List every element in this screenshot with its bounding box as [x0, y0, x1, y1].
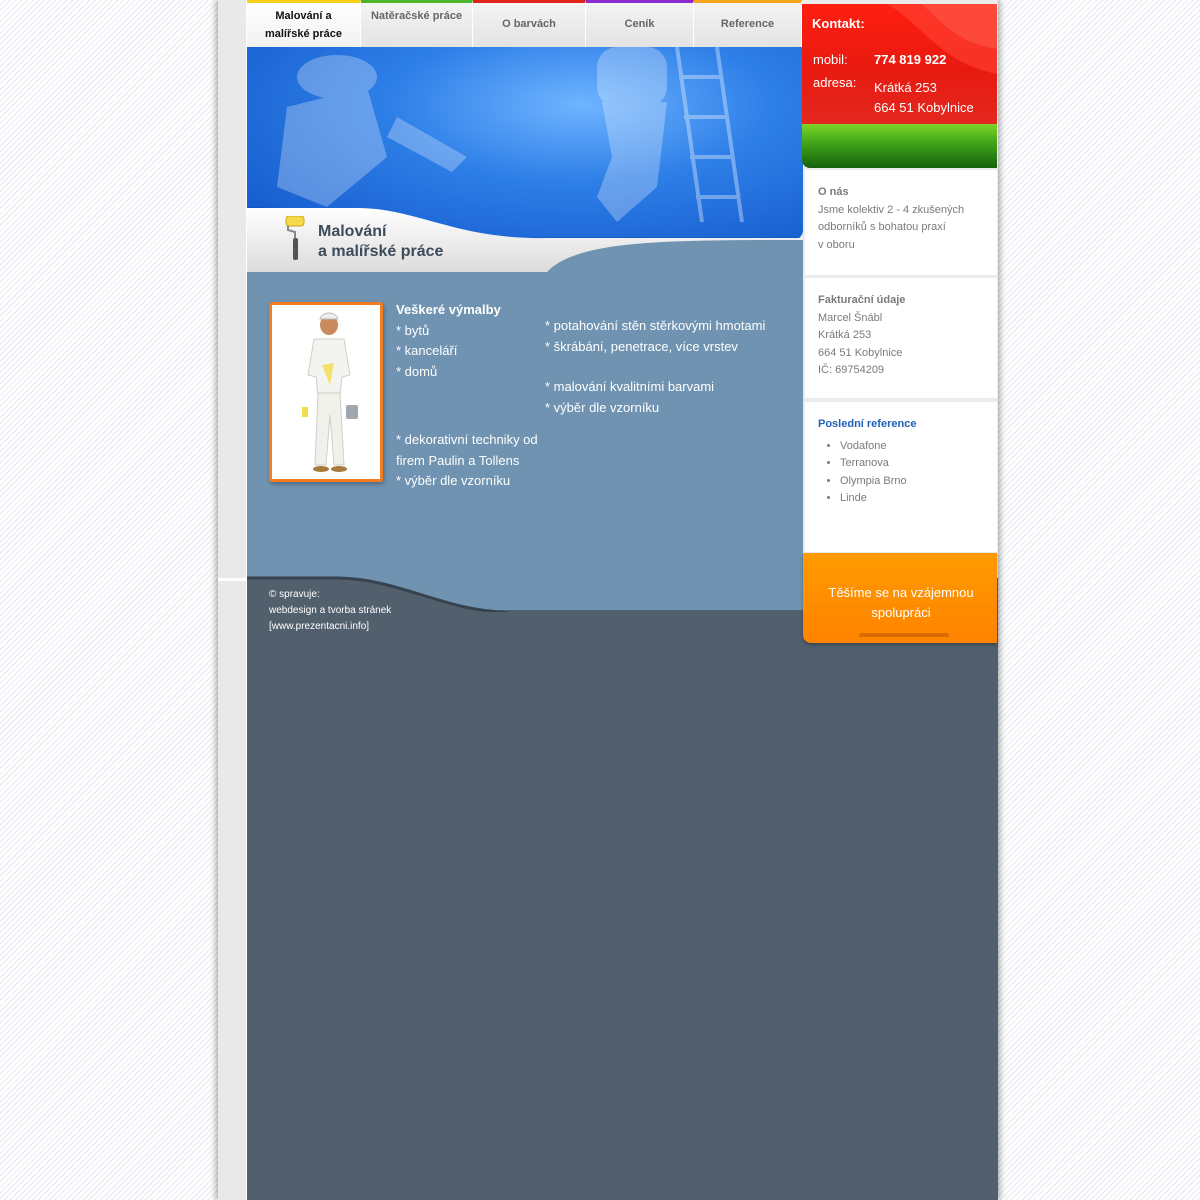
- green-decoration: [802, 124, 997, 168]
- about-text: Jsme kolektiv 2 - 4 zkušených: [818, 203, 965, 216]
- contact-panel: Kontakt: mobil: 774 819 922 adresa: Krát…: [802, 4, 997, 124]
- list-item: * výběr dle vzorníku: [545, 399, 660, 415]
- footer-link[interactable]: [www.prezentacni.info]: [269, 619, 391, 635]
- list-item[interactable]: Vodafone: [840, 438, 916, 456]
- list-item: * domů: [396, 363, 438, 379]
- list-item[interactable]: Linde: [840, 490, 916, 508]
- page-title-line: a malířské práce: [318, 243, 444, 260]
- paint-roller-icon: [285, 216, 305, 260]
- nav-item-o-barvach[interactable]: O barvách: [473, 0, 586, 47]
- services-heading: Veškeré výmalby: [396, 302, 501, 317]
- nav-item-label: Natěračské práce: [370, 10, 463, 22]
- page-title-banner: Malování a malířské práce: [247, 200, 803, 272]
- nav-item-label: O barvách: [502, 18, 556, 30]
- banner-text: Těšíme se na vzájemnou spolupráci: [828, 585, 974, 620]
- nav-item-reference[interactable]: Reference: [694, 0, 802, 47]
- dark-background: [247, 578, 998, 1200]
- about-title: O nás: [818, 186, 849, 198]
- nav-item-label: malířské práce: [264, 28, 343, 40]
- painter-photo: [269, 302, 383, 482]
- references-list: Vodafone Terranova Olympia Brno Linde: [818, 438, 916, 508]
- list-item: * kanceláří: [396, 343, 458, 358]
- references-title[interactable]: Poslední reference: [818, 416, 916, 434]
- footer: © spravuje: webdesign a tvorba stránek […: [269, 587, 391, 635]
- nav-item-cenik[interactable]: Ceník: [586, 0, 694, 47]
- painter-figure: [302, 312, 358, 472]
- divider: [218, 578, 246, 581]
- nav-item-label: Malování a: [275, 10, 332, 22]
- list-item[interactable]: Olympia Brno: [840, 473, 916, 491]
- address-label: adresa:: [813, 75, 857, 90]
- billing-line: IČ: 69754209: [818, 364, 885, 376]
- footer-link[interactable]: webdesign a tvorba stránek: [269, 603, 391, 619]
- address-line: 664 51 Kobylnice: [874, 100, 974, 115]
- mobile-number[interactable]: 774 819 922: [874, 52, 946, 67]
- services-column-2: * potahování stěn stěrkovými hmotami * š…: [545, 316, 785, 418]
- nav-item-malovani[interactable]: Malování a malířské práce: [247, 0, 361, 47]
- cooperation-banner: Těšíme se na vzájemnou spolupráci: [803, 553, 997, 643]
- list-item: * malování kvalitními barvami: [545, 379, 715, 394]
- list-item: * bytů: [396, 322, 430, 338]
- list-item: * výběr dle vzorníku: [396, 473, 511, 488]
- services-column-1: Veškeré výmalby * bytů * kanceláří * dom…: [396, 300, 546, 492]
- address-line: Krátká 253: [874, 80, 937, 95]
- page-container: Malování a malířské práce Natěračské prá…: [218, 0, 998, 1200]
- billing-line: Krátká 253: [818, 329, 872, 341]
- contact-title: Kontakt:: [812, 16, 865, 31]
- nav-item-naterske-prace[interactable]: Natěračské práce: [361, 0, 473, 47]
- page-title: Malování a malířské práce: [318, 222, 443, 262]
- list-item: * dekorativní techniky od firem Paulin a…: [396, 432, 538, 468]
- references-box: Poslední reference Vodafone Terranova Ol…: [805, 402, 997, 552]
- billing-line: Marcel Šnábl: [818, 311, 883, 324]
- about-box: O nás Jsme kolektiv 2 - 4 zkušených odbo…: [805, 170, 997, 275]
- list-item: * potahování stěn stěrkovými hmotami: [545, 318, 766, 333]
- main-nav: Malování a malířské práce Natěračské prá…: [247, 0, 802, 47]
- mobile-label: mobil:: [813, 52, 848, 67]
- billing-title: Fakturační údaje: [818, 294, 906, 306]
- billing-box: Fakturační údaje Marcel Šnábl Krátká 253…: [805, 278, 997, 398]
- nav-item-label: Ceník: [624, 18, 655, 30]
- about-text: odborníků s bohatou praxí: [818, 221, 946, 233]
- banner-bar: [859, 633, 949, 637]
- list-item[interactable]: Terranova: [840, 455, 916, 473]
- page-title-line: Malování: [318, 223, 387, 240]
- nav-item-label: Reference: [720, 18, 775, 30]
- billing-line: 664 51 Kobylnice: [818, 346, 903, 359]
- footer-copyright: © spravuje:: [269, 589, 320, 600]
- left-strip: [218, 0, 247, 1200]
- about-text: v oboru: [818, 238, 855, 251]
- list-item: * škrábání, penetrace, více vrstev: [545, 338, 738, 354]
